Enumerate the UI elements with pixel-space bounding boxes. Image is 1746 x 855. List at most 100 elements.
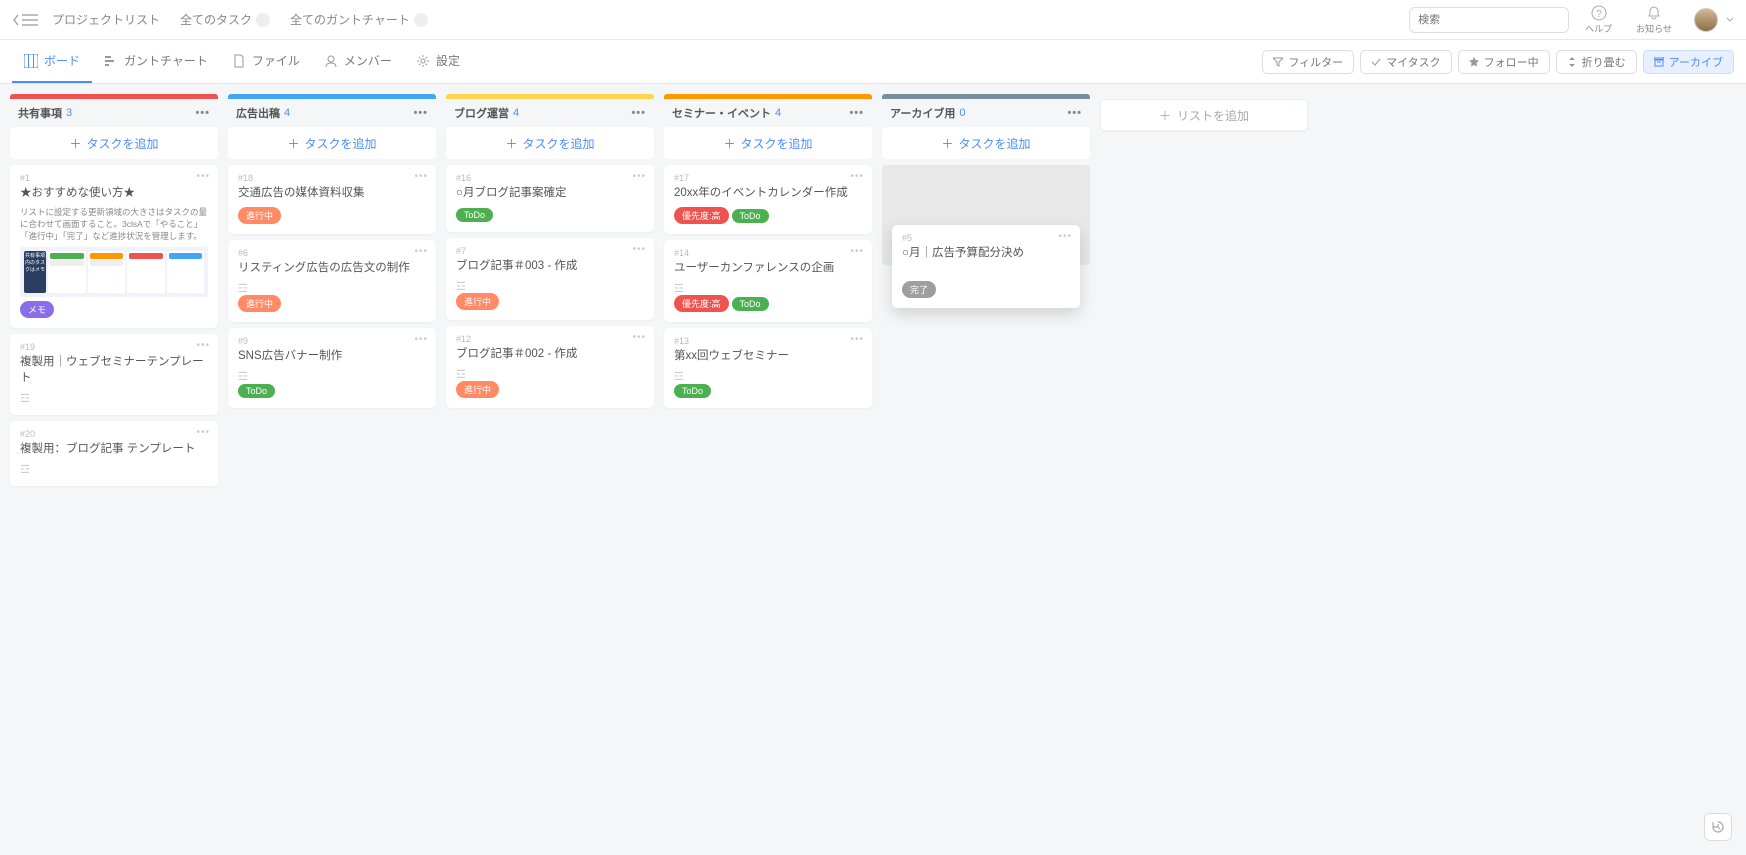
card-menu[interactable]: •••	[414, 171, 428, 182]
plus-icon: ＋	[505, 135, 517, 152]
column-header[interactable]: ブログ運営4•••	[446, 99, 654, 127]
tag-todo: ToDo	[456, 208, 493, 222]
subtask-icon: ☲	[20, 392, 208, 405]
task-card[interactable]: •••#18交通広告の媒体資料収集進行中	[228, 165, 436, 234]
column-title: アーカイブ用	[890, 105, 955, 121]
avatar[interactable]	[1694, 8, 1718, 32]
gear-icon	[416, 54, 430, 68]
card-menu[interactable]: •••	[196, 340, 210, 351]
add-list-button[interactable]: ＋リストを追加	[1100, 99, 1308, 131]
card-menu[interactable]: •••	[632, 171, 646, 182]
card-thumbnail: 共有事項内のタスクはメモ	[20, 247, 208, 297]
card-menu[interactable]: •••	[850, 334, 864, 345]
caret-down-icon[interactable]	[1726, 16, 1734, 24]
task-card[interactable]: ••• #1 ★おすすめな使い方★ リストに設定する更新領域の大きさはタスクの量…	[10, 165, 218, 328]
notice-label: お知らせ	[1636, 22, 1672, 35]
history-button[interactable]	[1704, 813, 1732, 841]
plus-icon: ＋	[723, 135, 735, 152]
add-task-button[interactable]: ＋タスクを追加	[10, 127, 218, 159]
back-menu-button[interactable]	[12, 14, 38, 26]
tab-member[interactable]: メンバー	[312, 40, 404, 83]
card-menu[interactable]: •••	[196, 171, 210, 182]
column-header[interactable]: 広告出稿 4 •••	[228, 99, 436, 127]
column-seminar: セミナー・イベント4••• ＋ タスクを追加 •••#1720xx年のイベントカレ…	[664, 94, 872, 734]
plus-icon: ＋	[941, 135, 953, 152]
card-title: SNS広告バナー制作	[238, 348, 426, 364]
card-menu[interactable]: •••	[632, 244, 646, 255]
column-count: 4	[284, 107, 290, 119]
tab-settings[interactable]: 設定	[404, 40, 472, 83]
card-menu[interactable]: •••	[850, 246, 864, 257]
task-card[interactable]: •••#14ユーザーカンファレンスの企画☲優先度:高ToDo	[664, 240, 872, 322]
filter-button[interactable]: フィルター	[1262, 50, 1354, 74]
check-icon	[1371, 57, 1381, 67]
column-header[interactable]: セミナー・イベント4•••	[664, 99, 872, 127]
tag-todo: ToDo	[732, 297, 769, 311]
archive-button[interactable]: アーカイブ	[1643, 50, 1734, 74]
nav-all-tasks[interactable]: 全てのタスク	[174, 7, 276, 32]
task-card[interactable]: •••#13第xx回ウェブセミナー☲ToDo	[664, 328, 872, 408]
follow-button[interactable]: フォロー中	[1458, 50, 1550, 74]
card-menu[interactable]: •••	[196, 427, 210, 438]
add-task-label: タスクを追加	[87, 135, 159, 152]
notice-button[interactable]: お知らせ	[1628, 5, 1680, 35]
card-title: 交通広告の媒体資料収集	[238, 185, 426, 201]
member-icon	[324, 54, 338, 68]
fold-button[interactable]: 折り畳む	[1556, 50, 1637, 74]
card-title: ブログ記事＃003 - 作成	[456, 258, 644, 274]
task-card[interactable]: ••• #20 複製用：ブログ記事 テンプレート ☲	[10, 421, 218, 486]
card-menu[interactable]: •••	[850, 171, 864, 182]
task-card[interactable]: •••#1720xx年のイベントカレンダー作成優先度:高ToDo	[664, 165, 872, 234]
nav-all-gantt[interactable]: 全てのガントチャート	[284, 7, 434, 32]
task-card[interactable]: ••• #19 複製用｜ウェブセミナーテンプレート ☲	[10, 334, 218, 415]
column-menu[interactable]: •••	[1067, 107, 1082, 119]
task-card-dragging[interactable]: ••• #5 ○月｜広告予算配分決め 完了	[892, 225, 1080, 308]
add-list-label: リストを追加	[1177, 107, 1249, 124]
task-card[interactable]: •••#6リスティング広告の広告文の制作☲進行中	[228, 240, 436, 322]
column-header[interactable]: アーカイブ用0•••	[882, 99, 1090, 127]
help-label: ヘルプ	[1585, 22, 1612, 35]
column-menu[interactable]: •••	[849, 107, 864, 119]
help-button[interactable]: ? ヘルプ	[1577, 5, 1620, 35]
history-icon	[1710, 819, 1726, 835]
card-menu[interactable]: •••	[632, 332, 646, 343]
column-menu[interactable]: •••	[195, 107, 210, 119]
mytask-button[interactable]: マイタスク	[1360, 50, 1452, 74]
column-header[interactable]: 共有事項3•••	[10, 99, 218, 127]
tab-file[interactable]: ファイル	[220, 40, 312, 83]
tag-progress: 進行中	[456, 381, 499, 398]
add-task-button[interactable]: ＋タスクを追加	[882, 127, 1090, 159]
task-card[interactable]: •••#16○月ブログ記事案確定ToDo	[446, 165, 654, 232]
task-card[interactable]: •••#12ブログ記事＃002 - 作成☲進行中	[446, 326, 654, 408]
archive-icon	[1654, 57, 1664, 67]
tab-board[interactable]: ボード	[12, 40, 92, 83]
card-number: #1	[20, 173, 208, 183]
card-menu[interactable]: •••	[414, 246, 428, 257]
add-task-button[interactable]: ＋タスクを追加	[446, 127, 654, 159]
add-task-label: タスクを追加	[305, 135, 377, 152]
badge-dot	[256, 13, 270, 27]
column-title: セミナー・イベント	[672, 105, 771, 121]
nav-project-list[interactable]: プロジェクトリスト	[46, 7, 166, 32]
card-number: #9	[238, 336, 426, 346]
tab-gantt[interactable]: ガントチャート	[92, 40, 220, 83]
task-card[interactable]: •••#7ブログ記事＃003 - 作成☲進行中	[446, 238, 654, 320]
file-icon	[232, 54, 246, 68]
subtask-icon: ☲	[20, 463, 208, 476]
search-input[interactable]	[1418, 14, 1560, 26]
archive-label: アーカイブ	[1669, 54, 1723, 70]
add-task-button[interactable]: ＋タスクを追加	[228, 127, 436, 159]
archive-drop-zone[interactable]: ••• #5 ○月｜広告予算配分決め 完了	[882, 165, 1090, 265]
add-task-button[interactable]: ＋ タスクを追加	[664, 127, 872, 159]
tag-priority: 優先度:高	[674, 295, 729, 312]
search-box[interactable]	[1409, 7, 1569, 33]
task-card[interactable]: •••#9SNS広告バナー制作☲ToDo	[228, 328, 436, 408]
card-menu[interactable]: •••	[1058, 231, 1072, 242]
column-menu[interactable]: •••	[631, 107, 646, 119]
card-menu[interactable]: •••	[414, 334, 428, 345]
column-title: 広告出稿	[236, 105, 280, 121]
tag-done: 完了	[902, 281, 936, 298]
gantt-icon	[104, 54, 118, 68]
column-menu[interactable]: •••	[413, 107, 428, 119]
add-task-label: タスクを追加	[741, 135, 813, 152]
